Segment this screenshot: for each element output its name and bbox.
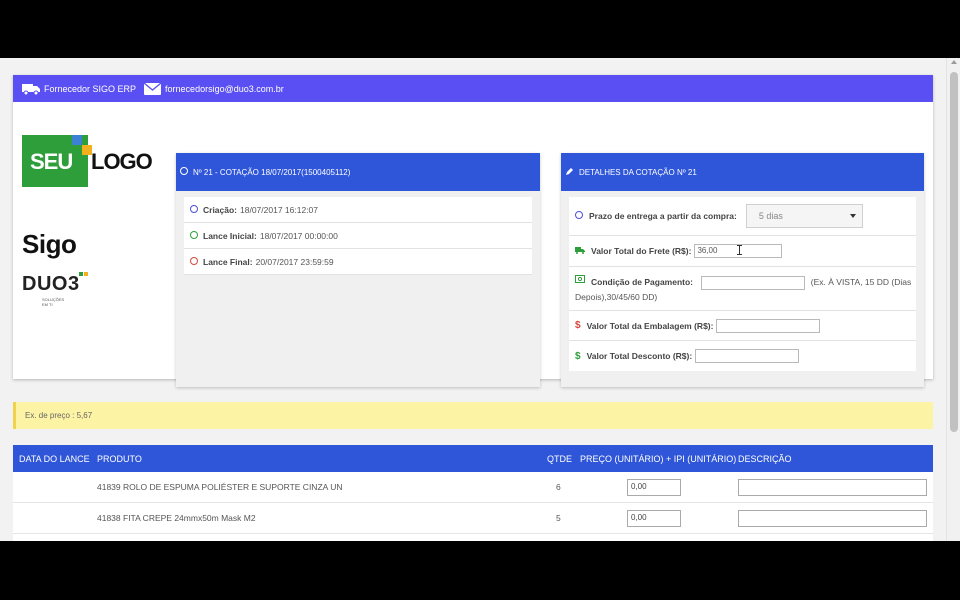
created-row: Criação: 18/07/2017 16:12:07: [184, 197, 532, 223]
final-bid-row: Lance Final: 20/07/2017 23:59:59: [184, 249, 532, 275]
dollar-icon: $: [575, 350, 581, 362]
details-panel-header: DETALHES DA COTAÇÃO Nº 21: [561, 153, 924, 191]
created-label: Criação:: [203, 204, 238, 215]
duo3-logo: DUO3: [22, 273, 80, 295]
truck-icon: [575, 246, 585, 256]
truck-icon: [22, 83, 40, 95]
payment-input[interactable]: [701, 275, 806, 290]
details-panel-body: Prazo de entrega a partir da compra: 5 d…: [561, 191, 924, 387]
price-input[interactable]: 0,00: [627, 479, 681, 496]
logo-square-blue: [72, 135, 82, 145]
discount-label: Valor Total Desconto (R$):: [586, 351, 693, 361]
row-qty: 6: [556, 482, 561, 492]
table-row: 41839 ROLO DE ESPUMA POLIÉSTER E SUPORTE…: [13, 472, 933, 503]
clock-icon: [180, 167, 188, 177]
quote-title: Nº 21 - COTAÇÃO 18/07/2017(1500405112): [193, 167, 351, 177]
products-table: DATA DO LANCE PRODUTO QTDE PREÇO (UNITÁR…: [13, 445, 933, 541]
created-value: 18/07/2017 16:12:07: [240, 204, 319, 215]
quote-panel: Nº 21 - COTAÇÃO 18/07/2017(1500405112) C…: [176, 153, 540, 387]
money-icon: [575, 275, 585, 285]
chevron-down-icon: [849, 214, 856, 218]
discount-row: $ Valor Total Desconto (R$):: [569, 341, 916, 371]
payment-label: Condição de Pagamento:: [591, 277, 694, 287]
quote-panel-body: Criação: 18/07/2017 16:12:07 Lance Inici…: [176, 191, 540, 387]
logo-text: LOGO: [91, 149, 153, 174]
delivery-label: Prazo de entrega a partir da compra:: [589, 211, 737, 221]
duo3-square-yellow: [84, 272, 88, 276]
clock-icon: [190, 230, 198, 241]
price-example-text: Ex. de preço : 5,67: [25, 411, 93, 420]
row-qty: 5: [556, 513, 561, 523]
sigo-logo: Sigo: [22, 229, 77, 259]
price-input[interactable]: 0,00: [627, 510, 681, 527]
supplier-email: fornecedorsigo@duo3.com.br: [165, 83, 284, 94]
duo3-square-green: [79, 272, 83, 276]
quote-panel-header: Nº 21 - COTAÇÃO 18/07/2017(1500405112): [176, 153, 540, 191]
delivery-row: Prazo de entrega a partir da compra: 5 d…: [569, 197, 916, 236]
price-example-notice: Ex. de preço : 5,67: [13, 402, 933, 429]
discount-input[interactable]: [695, 349, 800, 363]
table-header: DATA DO LANCE PRODUTO QTDE PREÇO (UNITÁR…: [13, 445, 933, 472]
packaging-row: $ Valor Total da Embalagem (R$):: [569, 311, 916, 341]
payment-hint-2: Depois),30/45/60 DD): [575, 291, 658, 302]
text-cursor-icon: [737, 245, 742, 255]
col-date: DATA DO LANCE: [19, 454, 90, 464]
supplier-header: Fornecedor SIGO ERP fornecedorsigo@duo3.…: [13, 75, 933, 102]
seu-logo-text: SEU: [30, 149, 73, 174]
vertical-scrollbar[interactable]: [946, 58, 960, 541]
row-product: 41839 ROLO DE ESPUMA POLIÉSTER E SUPORTE…: [97, 482, 343, 492]
pencil-icon: [565, 167, 574, 178]
packaging-label: Valor Total da Embalagem (R$):: [586, 320, 714, 331]
initial-bid-value: 18/07/2017 00:00:00: [259, 230, 338, 241]
initial-bid-label: Lance Inicial:: [203, 230, 257, 241]
delivery-select[interactable]: 5 dias: [745, 204, 863, 228]
row-product: 41838 FITA CREPE 24mmx50m Mask M2: [97, 513, 256, 523]
table-row: 41838 FITA CREPE 24mmx50m Mask M2 5 0,00: [13, 503, 933, 534]
col-qty: QTDE: [547, 454, 573, 464]
scroll-thumb[interactable]: [950, 72, 958, 432]
supplier-name: Fornecedor SIGO ERP: [44, 83, 137, 94]
description-input[interactable]: [738, 510, 927, 527]
scroll-up-icon[interactable]: [951, 60, 957, 64]
clock-icon: [190, 204, 198, 215]
payment-hint: (Ex. À VISTA, 15 DD (Dias: [810, 277, 912, 287]
final-bid-value: 20/07/2017 23:59:59: [255, 256, 334, 267]
details-panel: DETALHES DA COTAÇÃO Nº 21 Prazo de entre…: [561, 153, 924, 387]
col-price: PREÇO (UNITÁRIO) + IPI (UNITÁRIO): [580, 454, 737, 464]
clock-icon: [190, 256, 198, 267]
description-input[interactable]: [738, 479, 927, 496]
payment-row: Condição de Pagamento: (Ex. À VISTA, 15 …: [569, 267, 916, 311]
freight-row: Valor Total do Frete (R$): 36,00: [569, 236, 916, 267]
duo3-subtitle: SOLUÇÕES EM TI: [42, 297, 65, 307]
clock-icon: [575, 211, 583, 221]
freight-label: Valor Total do Frete (R$):: [591, 246, 692, 256]
details-title: DETALHES DA COTAÇÃO Nº 21: [579, 167, 697, 177]
packaging-input[interactable]: [716, 318, 821, 333]
delivery-select-value: 5 dias: [758, 211, 783, 221]
envelope-icon: [144, 82, 162, 95]
browser-viewport: Fornecedor SIGO ERP fornecedorsigo@duo3.…: [0, 58, 960, 541]
final-bid-label: Lance Final:: [203, 256, 253, 267]
dollar-icon: $: [575, 320, 581, 331]
initial-bid-row: Lance Inicial: 18/07/2017 00:00:00: [184, 223, 532, 249]
col-product: PRODUTO: [97, 454, 142, 464]
col-description: DESCRIÇÃO: [738, 454, 792, 464]
